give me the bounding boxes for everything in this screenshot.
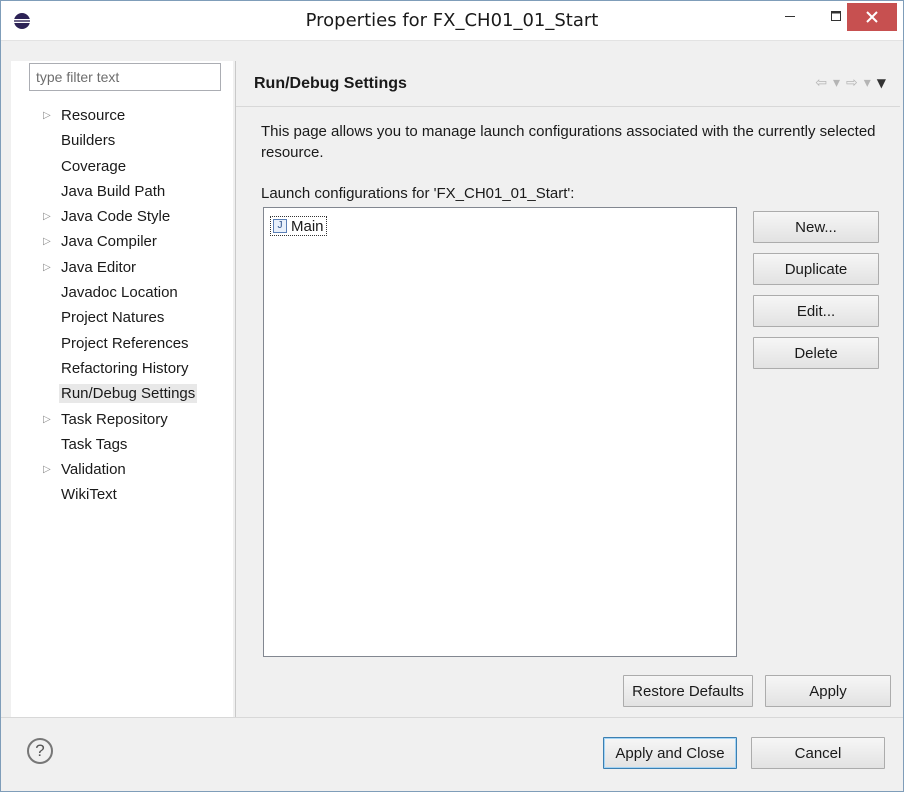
tree-item[interactable]: ▷ Java Compiler (19, 229, 231, 254)
title-bar[interactable]: Properties for FX_CH01_01_Start (1, 1, 903, 41)
tree-item[interactable]: Run/Debug Settings (19, 381, 231, 406)
cancel-button[interactable]: Cancel (751, 737, 885, 769)
help-icon[interactable]: ? (27, 738, 53, 764)
page-title: Run/Debug Settings (254, 75, 407, 92)
java-app-icon: J (273, 219, 287, 233)
tree-item[interactable]: Coverage (19, 154, 231, 179)
tree-item-label: Task Tags (61, 435, 128, 453)
property-page-tree: ▷ Resource Builders Coverage Java Build Path… (19, 103, 231, 508)
page-description: This page allows you to manage launch co… (261, 123, 876, 161)
tree-item[interactable]: ▷ Validation (19, 457, 231, 482)
cancel-button-label: Cancel (794, 744, 842, 762)
view-menu-icon[interactable]: ▼ (877, 76, 886, 90)
tree-item-label: Java Code Style (61, 208, 171, 226)
tree-item[interactable]: WikiText (19, 482, 231, 507)
restore-defaults-label: Restore Defaults (632, 682, 744, 700)
tree-item[interactable]: Project Natures (19, 305, 231, 330)
edit-button-label: Edit... (796, 302, 836, 320)
tree-item-label: Validation (61, 461, 126, 479)
configuration-label: Main (291, 217, 324, 235)
list-item[interactable]: J Main (270, 216, 327, 236)
page-header: Run/Debug Settings ⇦ ▾ ⇨ ▾ ▼ (236, 61, 900, 107)
new-button-label: New... (795, 218, 837, 236)
tree-item-label: Java Compiler (61, 233, 157, 251)
forward-dropdown-icon[interactable]: ▾ (864, 75, 871, 91)
back-dropdown-icon[interactable]: ▾ (833, 75, 840, 91)
tree-item[interactable]: Task Tags (19, 432, 231, 457)
edit-button[interactable]: Edit... (753, 295, 879, 327)
apply-and-close-button[interactable]: Apply and Close (603, 737, 737, 769)
tree-item[interactable]: ▷ Java Editor (19, 255, 231, 280)
tree-item-label: Builders (61, 132, 116, 150)
tree-item[interactable]: Refactoring History (19, 356, 231, 381)
duplicate-button[interactable]: Duplicate (753, 253, 879, 285)
tree-item[interactable]: Project References (19, 331, 231, 356)
filter-input[interactable] (29, 63, 221, 91)
back-arrow-icon[interactable]: ⇦ (815, 75, 827, 91)
tree-item-label: WikiText (61, 486, 117, 504)
tree-item[interactable]: ▷ Java Code Style (19, 204, 231, 229)
history-nav: ⇦ ▾ ⇨ ▾ ▼ (815, 75, 886, 91)
tree-item-label: Java Editor (61, 258, 137, 276)
delete-button-label: Delete (794, 344, 838, 362)
apply-and-close-label: Apply and Close (615, 744, 725, 762)
expand-arrow-icon[interactable]: ▷ (43, 229, 57, 254)
tree-item[interactable]: Java Build Path (19, 179, 231, 204)
tree-item[interactable]: Javadoc Location (19, 280, 231, 305)
new-button[interactable]: New... (753, 211, 879, 243)
apply-button[interactable]: Apply (765, 675, 891, 707)
maximize-icon (831, 11, 841, 21)
apply-button-label: Apply (809, 682, 847, 700)
expand-arrow-icon[interactable]: ▷ (43, 407, 57, 432)
panel-divider[interactable] (235, 61, 236, 717)
expand-arrow-icon[interactable]: ▷ (43, 204, 57, 229)
footer-separator (1, 717, 903, 718)
tree-item-label: Run/Debug Settings (59, 384, 198, 404)
expand-arrow-icon[interactable]: ▷ (43, 103, 57, 128)
tree-item[interactable]: ▷ Resource (19, 103, 231, 128)
tree-item-label: Refactoring History (61, 359, 189, 377)
close-button[interactable] (847, 3, 897, 31)
tree-item-label: Project References (61, 334, 189, 352)
tree-item-label: Javadoc Location (61, 284, 178, 302)
expand-arrow-icon[interactable]: ▷ (43, 255, 57, 280)
properties-dialog: Properties for FX_CH01_01_Start ▷Resourc… (0, 0, 904, 792)
tree-item[interactable]: ▷ Task Repository (19, 407, 231, 432)
launch-configurations-list[interactable]: J Main (263, 207, 737, 657)
tree-item-label: Project Natures (61, 309, 165, 327)
delete-button[interactable]: Delete (753, 337, 879, 369)
forward-arrow-icon[interactable]: ⇨ (846, 75, 858, 91)
tree-item-label: Coverage (61, 157, 127, 175)
tree-item-label: Java Build Path (61, 182, 166, 200)
tree-item-label: Task Repository (61, 410, 168, 428)
tree-item[interactable]: Builders (19, 128, 231, 153)
duplicate-button-label: Duplicate (784, 260, 848, 278)
restore-defaults-button[interactable]: Restore Defaults (623, 675, 753, 707)
configurations-label: Launch configurations for 'FX_CH01_01_St… (261, 185, 575, 202)
close-icon (866, 11, 878, 23)
expand-arrow-icon[interactable]: ▷ (43, 457, 57, 482)
minimize-icon (785, 16, 795, 17)
minimize-button[interactable] (767, 1, 813, 31)
tree-item-label: Resource (61, 107, 126, 124)
